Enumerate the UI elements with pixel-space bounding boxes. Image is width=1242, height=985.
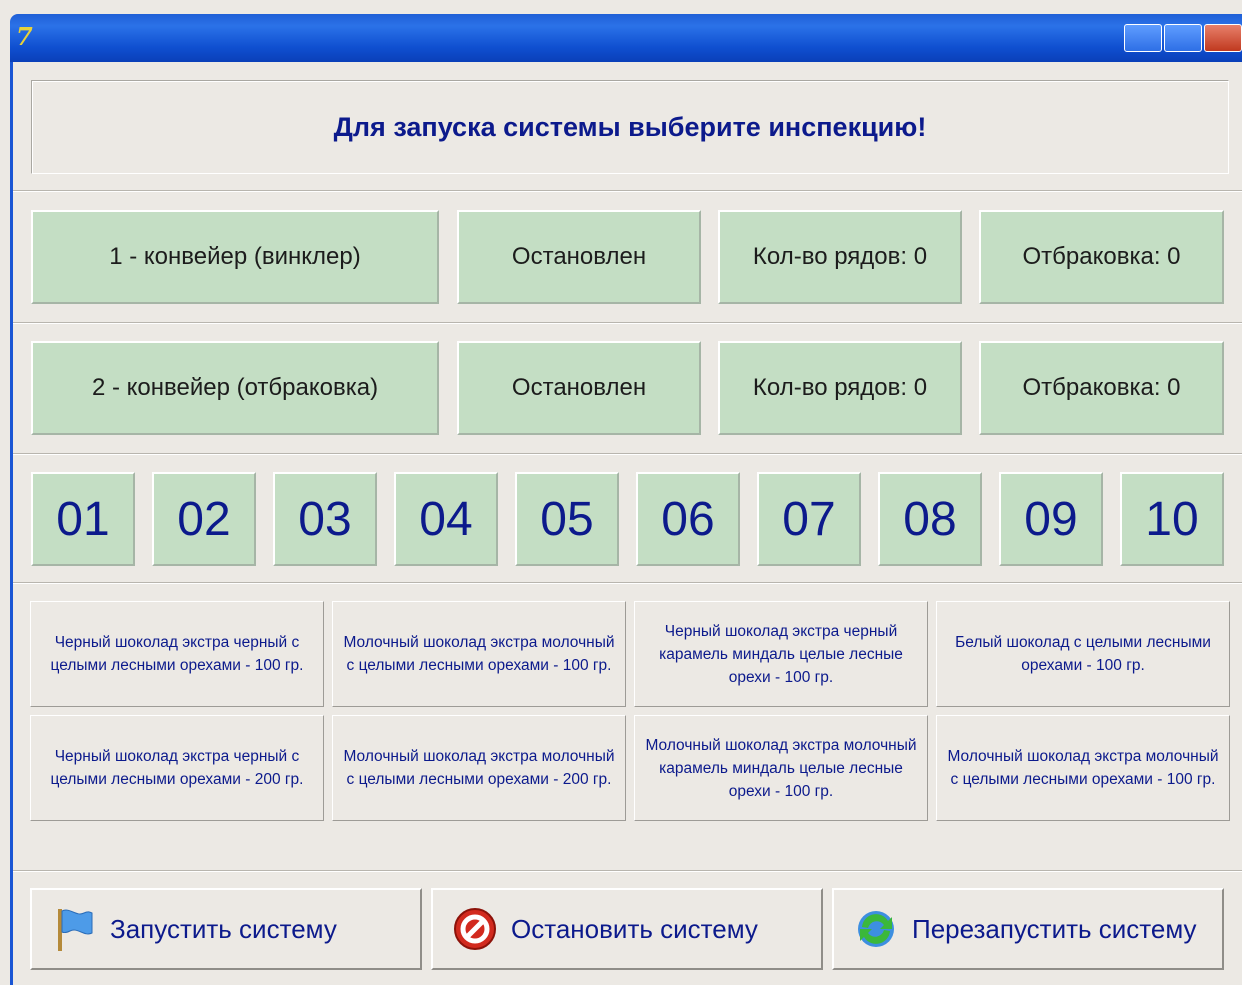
restart-system-button[interactable]: Перезапустить систему	[832, 888, 1224, 970]
start-system-button[interactable]: Запустить систему	[30, 888, 422, 970]
window-controls	[1122, 24, 1242, 52]
refresh-icon	[858, 911, 894, 947]
header-panel: Для запуска системы выберите инспекцию!	[31, 80, 1229, 174]
slot-06[interactable]: 06	[636, 472, 740, 566]
close-button[interactable]	[1204, 24, 1242, 52]
maximize-button[interactable]	[1164, 24, 1202, 52]
divider	[13, 190, 1242, 192]
title-bar: 7	[10, 14, 1242, 62]
flag-icon	[58, 909, 93, 951]
minimize-button[interactable]	[1124, 24, 1162, 52]
slot-10[interactable]: 10	[1120, 472, 1224, 566]
conveyor-1-reject: Отбраковка: 0	[979, 210, 1224, 304]
conveyor-2-reject: Отбраковка: 0	[979, 341, 1224, 435]
conveyor-2-rows: Кол-во рядов: 0	[718, 341, 962, 435]
slot-07[interactable]: 07	[757, 472, 861, 566]
slot-02[interactable]: 02	[152, 472, 256, 566]
slot-04[interactable]: 04	[394, 472, 498, 566]
slot-05[interactable]: 05	[515, 472, 619, 566]
stop-system-label: Остановить систему	[511, 913, 758, 944]
conveyor-2-status: Остановлен	[457, 341, 701, 435]
product-button-7[interactable]: Молочный шоколад экстра молочный карамел…	[634, 715, 928, 821]
header-message: Для запуска системы выберите инспекцию!	[333, 111, 927, 142]
conveyor-1-status: Остановлен	[457, 210, 701, 304]
conveyor-1-rows: Кол-во рядов: 0	[718, 210, 962, 304]
app-icon: 7	[16, 22, 33, 51]
product-button-2[interactable]: Молочный шоколад экстра молочный с целым…	[332, 601, 626, 707]
divider	[13, 453, 1242, 455]
product-button-8[interactable]: Молочный шоколад экстра молочный с целым…	[936, 715, 1230, 821]
product-button-6[interactable]: Молочный шоколад экстра молочный с целым…	[332, 715, 626, 821]
conveyor-2-name: 2 - конвейер (отбраковка)	[31, 341, 439, 435]
start-system-label: Запустить систему	[110, 913, 337, 944]
restart-system-label: Перезапустить систему	[912, 913, 1197, 944]
slot-03[interactable]: 03	[273, 472, 377, 566]
divider	[13, 582, 1242, 584]
conveyor-1-name: 1 - конвейер (винклер)	[31, 210, 439, 304]
product-button-1[interactable]: Черный шоколад экстра черный с целыми ле…	[30, 601, 324, 707]
stop-icon	[454, 908, 496, 950]
slot-01[interactable]: 01	[31, 472, 135, 566]
stop-system-button[interactable]: Остановить систему	[431, 888, 823, 970]
slot-09[interactable]: 09	[999, 472, 1103, 566]
main-panel: Для запуска системы выберите инспекцию! …	[13, 62, 1242, 985]
product-button-5[interactable]: Черный шоколад экстра черный с целыми ле…	[30, 715, 324, 821]
slot-08[interactable]: 08	[878, 472, 982, 566]
divider	[13, 870, 1242, 872]
divider	[13, 322, 1242, 324]
product-button-4[interactable]: Белый шоколад с целыми лесными орехами -…	[936, 601, 1230, 707]
product-button-3[interactable]: Черный шоколад экстра черный карамель ми…	[634, 601, 928, 707]
